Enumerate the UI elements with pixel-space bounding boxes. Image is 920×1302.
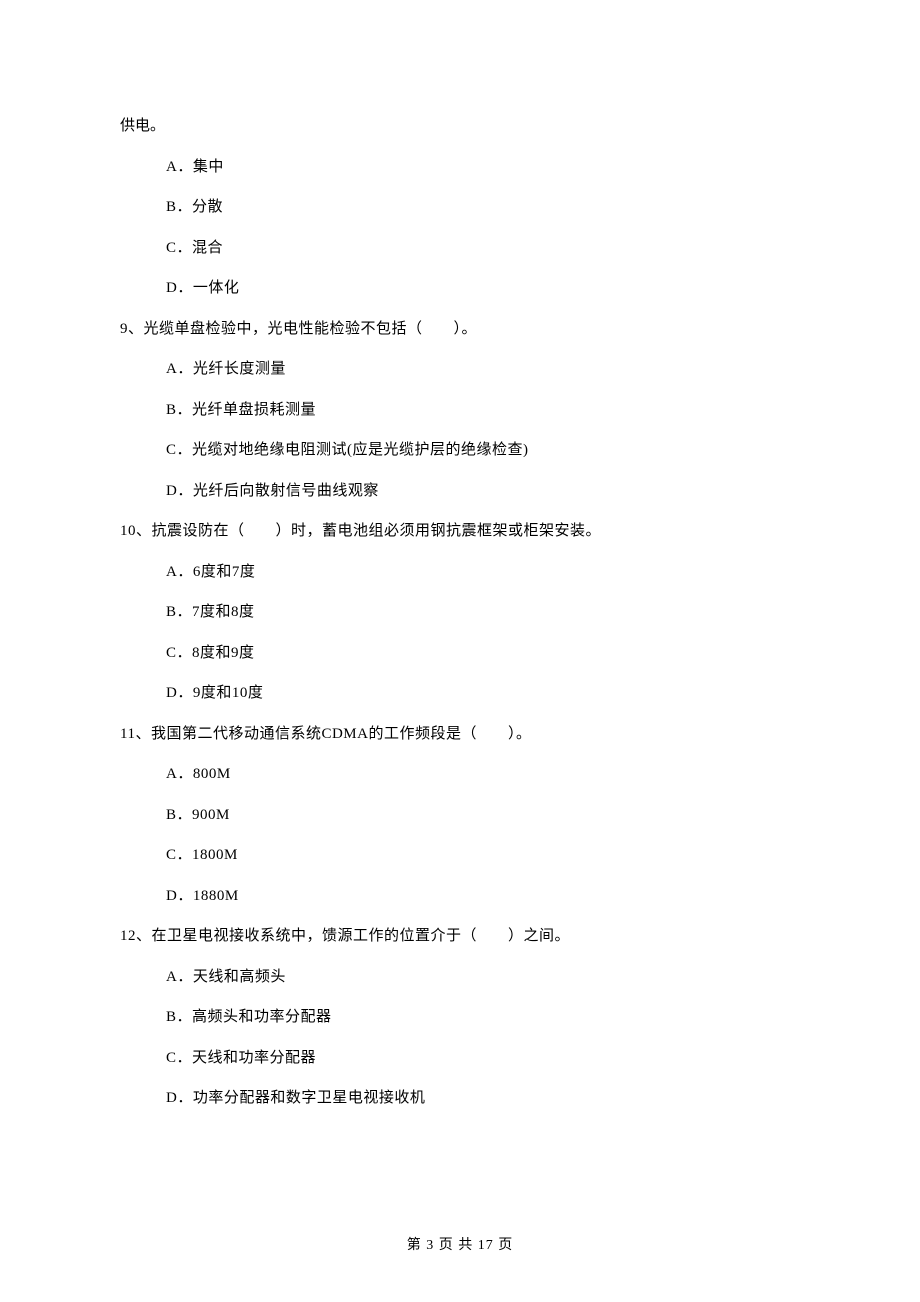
page-footer: 第 3 页 共 17 页 bbox=[0, 1234, 920, 1254]
q9-option-a: A．光纤长度测量 bbox=[166, 358, 800, 381]
q12-option-a: A．天线和高频头 bbox=[166, 966, 800, 989]
q9-option-b: B．光纤单盘损耗测量 bbox=[166, 399, 800, 422]
q10-option-b: B．7度和8度 bbox=[166, 601, 800, 624]
q10-option-a: A．6度和7度 bbox=[166, 561, 800, 584]
q11-option-a: A．800M bbox=[166, 763, 800, 786]
q10-stem: 10、抗震设防在（ ）时，蓄电池组必须用钢抗震框架或柜架安装。 bbox=[120, 520, 800, 543]
q12-option-d: D．功率分配器和数字卫星电视接收机 bbox=[166, 1087, 800, 1110]
q8-option-c: C．混合 bbox=[166, 237, 800, 260]
q12-stem: 12、在卫星电视接收系统中，馈源工作的位置介于（ ）之间。 bbox=[120, 925, 800, 948]
q12-option-c: C．天线和功率分配器 bbox=[166, 1047, 800, 1070]
q8-option-d: D．一体化 bbox=[166, 277, 800, 300]
q11-option-c: C．1800M bbox=[166, 844, 800, 867]
q12-option-b: B．高频头和功率分配器 bbox=[166, 1006, 800, 1029]
q10-option-c: C．8度和9度 bbox=[166, 642, 800, 665]
q9-option-c: C．光缆对地绝缘电阻测试(应是光缆护层的绝缘检查) bbox=[166, 439, 800, 462]
page-content: 供电。 A．集中 B．分散 C．混合 D．一体化 9、光缆单盘检验中，光电性能检… bbox=[0, 0, 920, 1110]
q10-option-d: D．9度和10度 bbox=[166, 682, 800, 705]
question-8-continuation: 供电。 bbox=[120, 115, 800, 138]
q11-option-b: B．900M bbox=[166, 804, 800, 827]
q11-option-d: D．1880M bbox=[166, 885, 800, 908]
q9-stem: 9、光缆单盘检验中，光电性能检验不包括（ ）。 bbox=[120, 318, 800, 341]
q9-option-d: D．光纤后向散射信号曲线观察 bbox=[166, 480, 800, 503]
q11-stem: 11、我国第二代移动通信系统CDMA的工作频段是（ ）。 bbox=[120, 723, 800, 746]
q8-option-b: B．分散 bbox=[166, 196, 800, 219]
q8-option-a: A．集中 bbox=[166, 156, 800, 179]
